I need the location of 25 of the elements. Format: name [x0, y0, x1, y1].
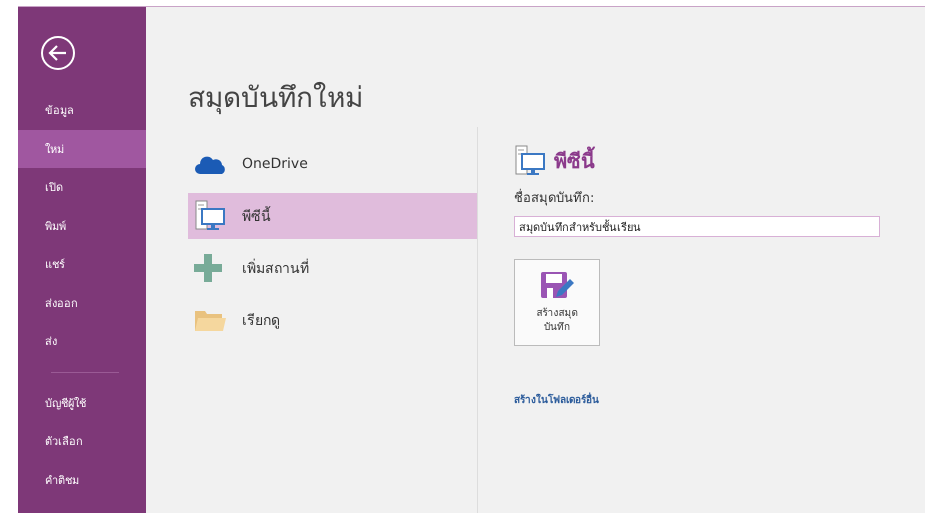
- sidebar-item[interactable]: พิมพ์: [18, 206, 146, 245]
- create-notebook-button[interactable]: สร้างสมุด บันทึก: [514, 259, 600, 346]
- notebook-name-field[interactable]: สมุดบันทึกสำหรับชั้นเรียน: [514, 216, 880, 237]
- back-button[interactable]: [40, 35, 76, 71]
- section-title: พีซีนี้: [554, 145, 595, 177]
- sidebar-item[interactable]: เปิด: [18, 168, 146, 206]
- other-folder-link[interactable]: สร้างในโฟลเดอร์อื่น: [514, 392, 880, 407]
- location-item[interactable]: เรียกดู: [188, 297, 477, 343]
- sidebar-item[interactable]: คำติชม: [18, 460, 146, 499]
- sidebar-item[interactable]: บัญชีผู้ใช้: [18, 384, 146, 422]
- sidebar-item[interactable]: ส่ง: [18, 322, 146, 360]
- plus-icon: [194, 254, 222, 282]
- sidebar-item[interactable]: แชร์: [18, 245, 146, 284]
- page-title: สมุดบันทึกใหม่: [188, 80, 364, 116]
- sidebar-item[interactable]: ข้อมูล: [18, 91, 146, 130]
- location-item[interactable]: พีซีนี้: [188, 193, 477, 239]
- sidebar-item[interactable]: ใหม่: [18, 130, 146, 168]
- folder-icon: [194, 308, 226, 332]
- computer-icon: [514, 145, 546, 177]
- computer-icon: [194, 200, 226, 232]
- field-label: ชื่อสมุดบันทึก:: [514, 187, 880, 208]
- location-item[interactable]: เพิ่มสถานที่: [188, 245, 477, 291]
- location-item[interactable]: OneDrive: [188, 141, 477, 187]
- sidebar-item[interactable]: ส่งออก: [18, 284, 146, 322]
- sidebar-item[interactable]: ตัวเลือก: [18, 422, 146, 460]
